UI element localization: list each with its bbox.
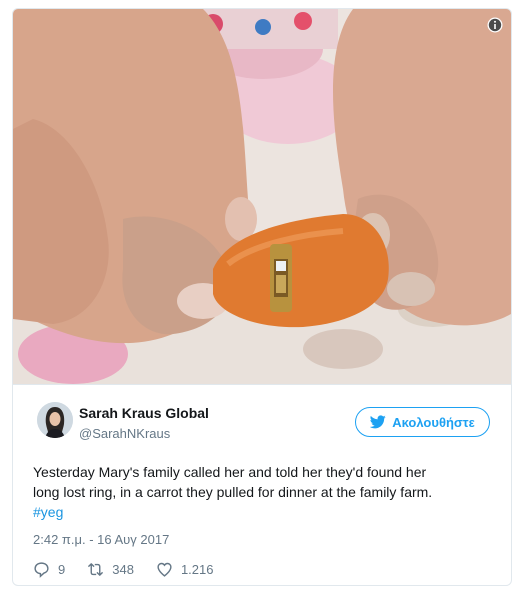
reply-icon <box>34 561 49 578</box>
tweet-text: Yesterday Mary's family called her and t… <box>33 462 503 522</box>
retweet-count: 348 <box>112 561 134 577</box>
tweet-text-line: long lost ring, in a carrot they pulled … <box>33 484 433 500</box>
author-handle[interactable]: @SarahNKraus <box>79 426 170 441</box>
tweet-text-line: Yesterday Mary's family called her and t… <box>33 464 427 480</box>
follow-label: Ακολουθήστε <box>392 414 475 430</box>
carrot-ring-photo <box>13 9 511 384</box>
twitter-bird-icon <box>370 415 386 429</box>
hashtag-link[interactable]: #yeg <box>33 502 503 522</box>
reply-button[interactable]: 9 <box>33 561 65 578</box>
like-button[interactable]: 1.216 <box>156 561 214 578</box>
tweet-body: Sarah Kraus Global @SarahNKraus Ακολουθή… <box>13 384 511 585</box>
avatar-image <box>37 402 73 438</box>
info-icon[interactable] <box>487 17 503 33</box>
heart-icon <box>157 562 172 577</box>
action-bar: 9 348 1.216 <box>33 559 235 579</box>
retweet-icon <box>88 562 104 576</box>
timestamp[interactable]: 2:42 π.μ. - 16 Αυγ 2017 <box>33 532 169 547</box>
like-count: 1.216 <box>180 561 214 577</box>
reply-count: 9 <box>58 561 66 577</box>
author-name[interactable]: Sarah Kraus Global <box>79 405 209 421</box>
tweet-card: Sarah Kraus Global @SarahNKraus Ακολουθή… <box>12 8 512 586</box>
tweet-photo[interactable] <box>13 9 511 384</box>
retweet-button[interactable]: 348 <box>87 561 134 578</box>
avatar[interactable] <box>37 402 73 438</box>
follow-button[interactable]: Ακολουθήστε <box>355 407 490 437</box>
